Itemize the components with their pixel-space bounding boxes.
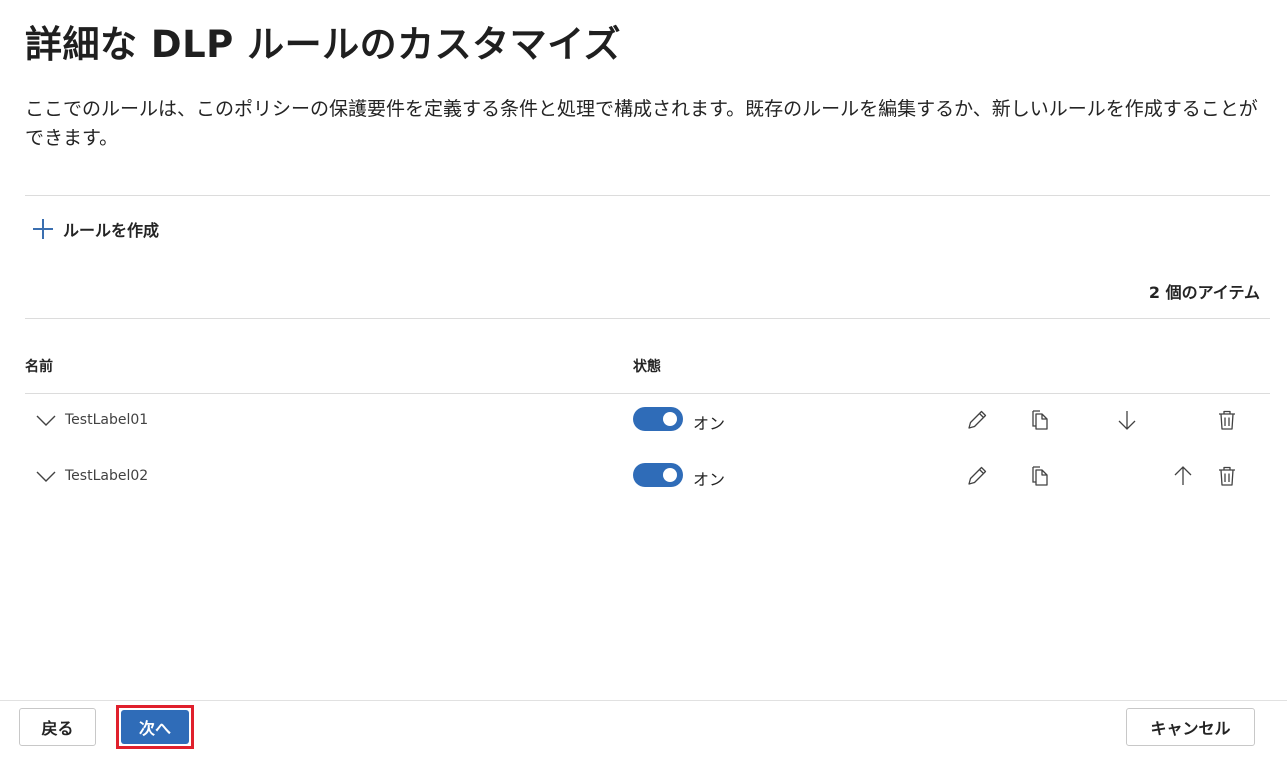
rule-status-label: オン (693, 470, 726, 489)
chevron-down-icon[interactable] (35, 409, 57, 431)
table-header-divider (25, 393, 1270, 394)
divider (25, 195, 1270, 196)
create-rule-button[interactable]: ルールを作成 (33, 216, 159, 242)
chevron-down-icon[interactable] (35, 465, 57, 487)
move-up-icon[interactable] (1171, 464, 1195, 488)
divider (25, 318, 1270, 319)
column-header-status[interactable]: 状態 (633, 356, 661, 376)
edit-icon[interactable] (965, 408, 989, 432)
move-down-icon[interactable] (1115, 408, 1139, 432)
column-header-name[interactable]: 名前 (25, 356, 53, 376)
rule-name: TestLabel02 (65, 468, 149, 484)
next-button[interactable]: 次へ (121, 710, 189, 744)
rule-name: TestLabel01 (65, 412, 149, 428)
page-title: 詳細な DLP ルールのカスタマイズ (25, 23, 622, 66)
create-rule-label: ルールを作成 (63, 221, 160, 240)
toggle-knob (663, 412, 677, 426)
item-count: 2 個のアイテム (1148, 283, 1260, 302)
cancel-button[interactable]: キャンセル (1126, 708, 1255, 746)
rule-status-toggle[interactable] (633, 463, 683, 487)
toggle-knob (663, 468, 677, 482)
rule-status-toggle[interactable] (633, 407, 683, 431)
rule-status-label: オン (693, 414, 726, 433)
edit-icon[interactable] (965, 464, 989, 488)
delete-icon[interactable] (1215, 408, 1239, 432)
table-row: TestLabel01 オン (25, 397, 1270, 447)
delete-icon[interactable] (1215, 464, 1239, 488)
plus-icon (33, 219, 53, 239)
footer-divider (0, 700, 1287, 701)
back-button[interactable]: 戻る (19, 708, 96, 746)
copy-icon[interactable] (1028, 464, 1052, 488)
table-row: TestLabel02 オン (25, 453, 1270, 503)
copy-icon[interactable] (1028, 408, 1052, 432)
page-description: ここでのルールは、このポリシーの保護要件を定義する条件と処理で構成されます。既存… (25, 98, 1258, 149)
dlp-rule-customization-page: 詳細な DLP ルールのカスタマイズ ここでのルールは、このポリシーの保護要件を… (0, 0, 1287, 759)
